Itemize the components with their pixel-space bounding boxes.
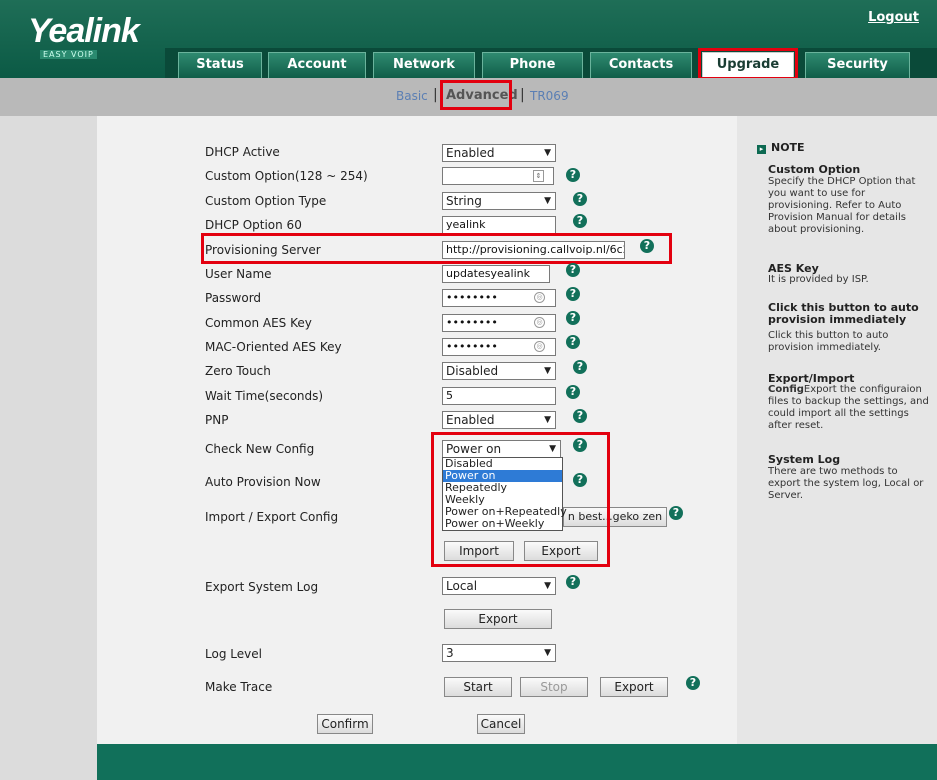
- password-label: Password: [205, 291, 262, 305]
- custom-option-label: Custom Option(128 ~ 254): [205, 169, 368, 183]
- tab-security[interactable]: Security: [805, 52, 910, 78]
- help-icon[interactable]: ?: [566, 287, 580, 301]
- wait-time-label: Wait Time(seconds): [205, 389, 324, 403]
- tab-contacts[interactable]: Contacts: [590, 52, 692, 78]
- subnav-tr069[interactable]: TR069: [530, 89, 569, 103]
- confirm-button[interactable]: Confirm: [317, 714, 373, 734]
- mac-aes-key-label: MAC-Oriented AES Key: [205, 340, 342, 354]
- export-config-button[interactable]: Export: [524, 541, 598, 561]
- eye-icon[interactable]: ◎: [534, 317, 545, 328]
- content-panel: [97, 116, 737, 744]
- eye-icon[interactable]: ◎: [534, 292, 545, 303]
- log-level-label: Log Level: [205, 647, 262, 661]
- log-level-select[interactable]: 3 ▼: [442, 644, 556, 662]
- help-icon[interactable]: ?: [573, 473, 587, 487]
- check-new-config-options: Disabled Power on Repeatedly Weekly Powe…: [442, 457, 567, 531]
- help-icon[interactable]: ?: [573, 438, 587, 452]
- auto-provision-now-label: Auto Provision Now: [205, 475, 321, 489]
- yealink-logo: Yealink: [28, 12, 140, 50]
- note-icon: ▸: [757, 145, 766, 154]
- start-trace-button[interactable]: Start: [444, 677, 512, 697]
- note-title: Custom Option: [768, 163, 861, 176]
- help-icon[interactable]: ?: [640, 239, 654, 253]
- tab-network[interactable]: Network: [373, 52, 475, 78]
- help-icon[interactable]: ?: [566, 335, 580, 349]
- help-icon[interactable]: ?: [573, 360, 587, 374]
- wait-time-input[interactable]: 5: [442, 387, 556, 405]
- note-heading: ▸ NOTE: [757, 141, 805, 154]
- help-icon[interactable]: ?: [573, 214, 587, 228]
- note-body: It is provided by ISP.: [768, 274, 869, 285]
- chevron-down-icon: ▼: [544, 648, 551, 658]
- custom-option-type-label: Custom Option Type: [205, 194, 327, 208]
- export-system-log-select[interactable]: Local ▼: [442, 577, 556, 595]
- help-icon[interactable]: ?: [566, 168, 580, 182]
- help-icon[interactable]: ?: [566, 575, 580, 589]
- pnp-select[interactable]: Enabled ▼: [442, 411, 556, 429]
- help-icon[interactable]: ?: [566, 263, 580, 277]
- chevron-down-icon: ▼: [549, 444, 556, 454]
- note-body: Specify the DHCP Option that you want to…: [768, 176, 916, 235]
- subnav-basic[interactable]: Basic: [396, 89, 428, 103]
- subnav-separator: |: [520, 87, 525, 103]
- stop-trace-button[interactable]: Stop: [520, 677, 588, 697]
- subnav-separator: |: [433, 87, 438, 103]
- zero-touch-label: Zero Touch: [205, 364, 271, 378]
- help-icon[interactable]: ?: [573, 409, 587, 423]
- dhcp-option-60-input[interactable]: yealink: [442, 216, 556, 234]
- note-body: There are two methods to export the syst…: [768, 466, 924, 501]
- export-system-log-label: Export System Log: [205, 580, 319, 594]
- logo-tagline: EASY VOIP: [40, 50, 97, 59]
- chevron-down-icon: ▼: [544, 415, 551, 425]
- note-body: ConfigExport the configuraion files to b…: [768, 384, 929, 431]
- eye-icon[interactable]: ◎: [534, 341, 545, 352]
- footer-bar: [97, 744, 937, 780]
- option-power-on-weekly[interactable]: Power on+Weekly: [443, 518, 562, 530]
- note-title: Click this button to auto provision imme…: [768, 301, 919, 326]
- import-export-label: Import / Export Config: [205, 510, 339, 524]
- make-trace-label: Make Trace: [205, 680, 273, 694]
- provisioning-server-label: Provisioning Server: [205, 243, 321, 257]
- user-name-label: User Name: [205, 267, 272, 281]
- logout-link[interactable]: Logout: [868, 10, 919, 25]
- user-name-input[interactable]: updatesyealink: [442, 265, 550, 283]
- zero-touch-select[interactable]: Disabled ▼: [442, 362, 556, 380]
- import-button[interactable]: Import: [444, 541, 514, 561]
- dhcp-active-label: DHCP Active: [205, 145, 280, 159]
- help-icon[interactable]: ?: [573, 192, 587, 206]
- subnav-advanced[interactable]: Advanced: [446, 88, 518, 103]
- tab-account[interactable]: Account: [268, 52, 366, 78]
- cancel-button[interactable]: Cancel: [477, 714, 525, 734]
- chevron-down-icon: ▼: [544, 196, 551, 206]
- export-trace-button[interactable]: Export: [600, 677, 668, 697]
- dhcp-active-select[interactable]: Enabled ▼: [442, 144, 556, 162]
- chevron-down-icon: ▼: [544, 581, 551, 591]
- common-aes-key-label: Common AES Key: [205, 316, 312, 330]
- dhcp-option-60-label: DHCP Option 60: [205, 218, 302, 232]
- chevron-down-icon: ▼: [544, 366, 551, 376]
- note-title: System Log: [768, 453, 841, 466]
- note-body: Click this button to auto provision imme…: [768, 330, 889, 353]
- choose-file-button[interactable]: n best...geko zen: [563, 507, 667, 527]
- help-icon[interactable]: ?: [669, 506, 683, 520]
- check-new-config-label: Check New Config: [205, 442, 315, 456]
- help-icon[interactable]: ?: [566, 385, 580, 399]
- tab-status[interactable]: Status: [178, 52, 262, 78]
- help-icon[interactable]: ?: [686, 676, 700, 690]
- provisioning-server-input[interactable]: http://provisioning.callvoip.nl/6c23: [442, 241, 625, 259]
- pnp-label: PNP: [205, 413, 229, 427]
- help-icon[interactable]: ?: [566, 311, 580, 325]
- custom-option-type-select[interactable]: String ▼: [442, 192, 556, 210]
- export-log-button[interactable]: Export: [444, 609, 552, 629]
- tab-phone[interactable]: Phone: [482, 52, 583, 78]
- chevron-down-icon: ▼: [544, 148, 551, 158]
- tab-upgrade[interactable]: Upgrade: [702, 52, 794, 78]
- spin-icon[interactable]: ⇕: [533, 170, 544, 182]
- check-new-config-select[interactable]: Power on ▼: [442, 440, 561, 458]
- note-subtitle: Config: [768, 384, 804, 395]
